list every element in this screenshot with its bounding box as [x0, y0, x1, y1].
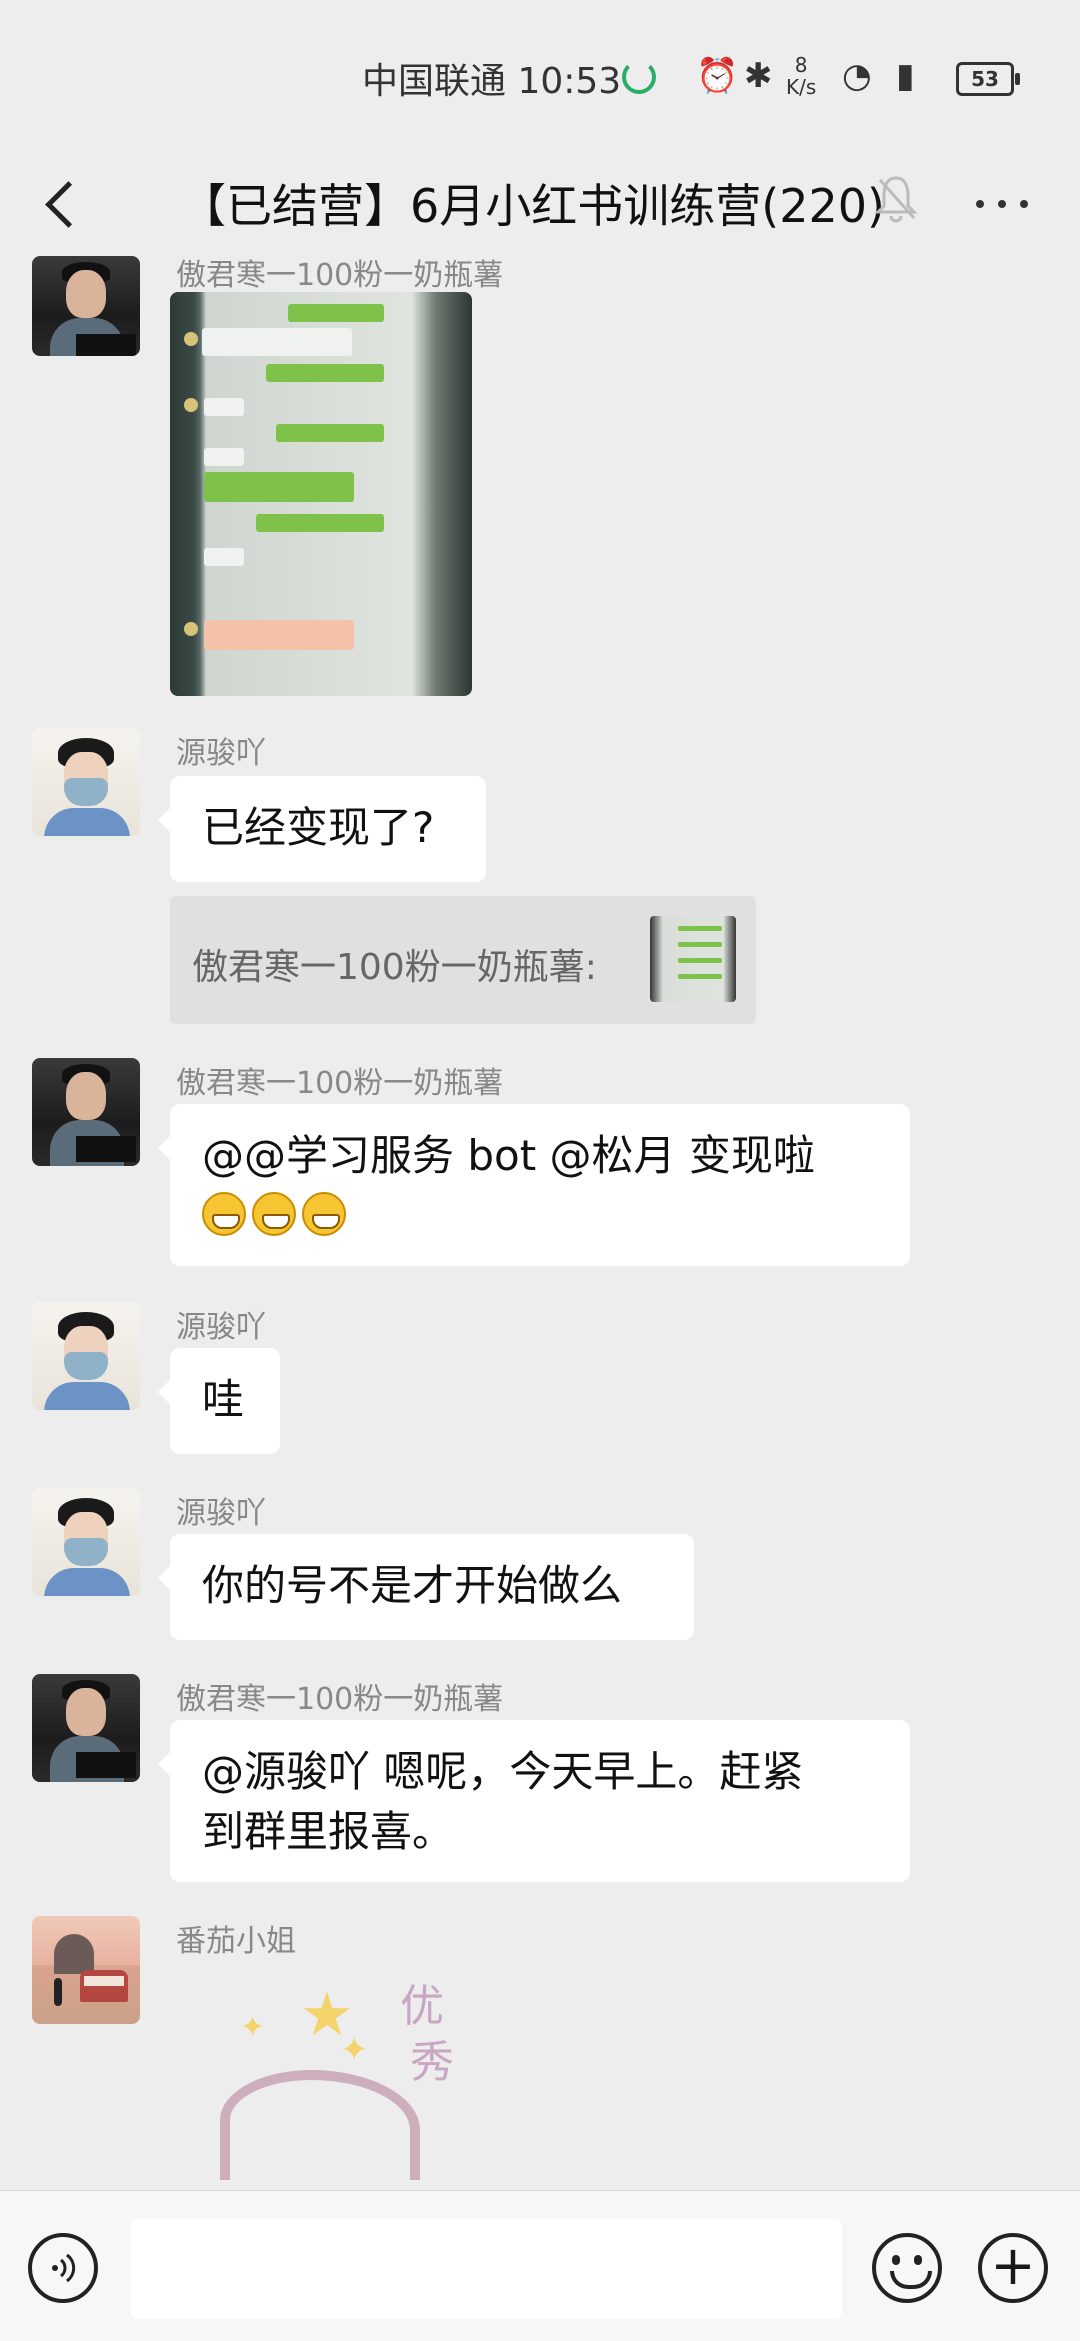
net-speed-unit: K/s	[786, 75, 817, 99]
emoji-row	[202, 1186, 878, 1246]
chat-title: 【已结营】6月小红书训练营(220)	[180, 179, 885, 233]
quote-text: 傲君寒一100粉一奶瓶薯:	[192, 947, 597, 988]
message-text: 你的号不是才开始做么	[202, 1561, 623, 1610]
message-bubble[interactable]: 你的号不是才开始做么	[158, 1534, 694, 1640]
sender-name: 源骏吖	[176, 1496, 266, 1531]
grinning-emoji	[202, 1192, 246, 1236]
shared-screenshot-image[interactable]	[170, 292, 472, 696]
message-bubble[interactable]: 已经变现了?	[158, 776, 486, 882]
avatar[interactable]	[32, 1302, 140, 1410]
message-text: 哇	[202, 1375, 245, 1424]
voice-input-button[interactable]	[28, 2233, 98, 2303]
net-speed: 8 K/s	[786, 54, 816, 98]
mute-bell-icon	[874, 170, 918, 230]
message-bubble[interactable]: @@学习服务 bot @松月 变现啦	[158, 1104, 910, 1266]
chat-header: 【已结营】6月小红书训练营(220)	[0, 150, 1080, 260]
message-text: 已经变现了?	[202, 803, 435, 852]
battery-icon: 53	[956, 62, 1020, 96]
message-bubble[interactable]: @源骏吖 嗯呢，今天早上。赶紧 到群里报喜。	[158, 1720, 910, 1882]
avatar[interactable]	[32, 1488, 140, 1596]
clock: 10:53	[517, 61, 622, 102]
input-bar: +	[0, 2190, 1080, 2341]
sender-name: 源骏吖	[176, 1310, 266, 1345]
carrier-label: 中国联通	[362, 61, 507, 102]
wifi-icon: ◔	[842, 56, 872, 96]
avatar[interactable]	[32, 728, 140, 836]
carrier-time: 中国联通 10:53	[362, 52, 621, 104]
bluetooth-icon: ✱	[744, 56, 773, 96]
sender-name: 番茄小姐	[176, 1924, 296, 1959]
avatar[interactable]	[32, 1058, 140, 1166]
net-speed-value: 8	[794, 53, 808, 77]
sender-name: 傲君寒一100粉一奶瓶薯	[176, 258, 504, 293]
sender-name: 傲君寒一100粉一奶瓶薯	[176, 1682, 504, 1717]
signal-icon: ▮	[896, 56, 915, 96]
sender-name: 傲君寒一100粉一奶瓶薯	[176, 1066, 504, 1101]
message-text: @@学习服务 bot @松月 变现啦	[202, 1131, 815, 1180]
grinning-emoji	[302, 1192, 346, 1236]
status-bar: 中国联通 10:53 ⏰ ✱ 8 K/s ◔ ▮ 53	[0, 0, 1080, 150]
sticker-image[interactable]: ★ ✦ ✦ 优 秀	[220, 1970, 520, 2180]
sticker-text: 秀	[410, 2037, 454, 2088]
message-input[interactable]	[130, 2219, 842, 2319]
grinning-emoji	[252, 1192, 296, 1236]
alarm-icon: ⏰	[696, 56, 739, 96]
message-text-line-2: 到群里报喜。	[202, 1807, 455, 1856]
sticker-text: 优	[400, 1981, 444, 2032]
emoji-button[interactable]	[872, 2233, 942, 2303]
avatar[interactable]	[32, 1916, 140, 2024]
avatar[interactable]	[32, 256, 140, 356]
avatar[interactable]	[32, 1674, 140, 1782]
more-actions-plus-button[interactable]: +	[978, 2233, 1048, 2303]
sync-icon	[622, 60, 656, 94]
sender-name: 源骏吖	[176, 736, 266, 771]
message-text-line-1: @源骏吖 嗯呢，今天早上。赶紧	[202, 1747, 804, 1796]
back-button[interactable]	[30, 170, 100, 240]
quoted-message[interactable]: 傲君寒一100粉一奶瓶薯:	[170, 896, 756, 1024]
quote-thumbnail-image	[650, 916, 736, 1002]
message-bubble[interactable]: 哇	[158, 1348, 280, 1454]
more-options-button[interactable]	[972, 178, 1052, 238]
